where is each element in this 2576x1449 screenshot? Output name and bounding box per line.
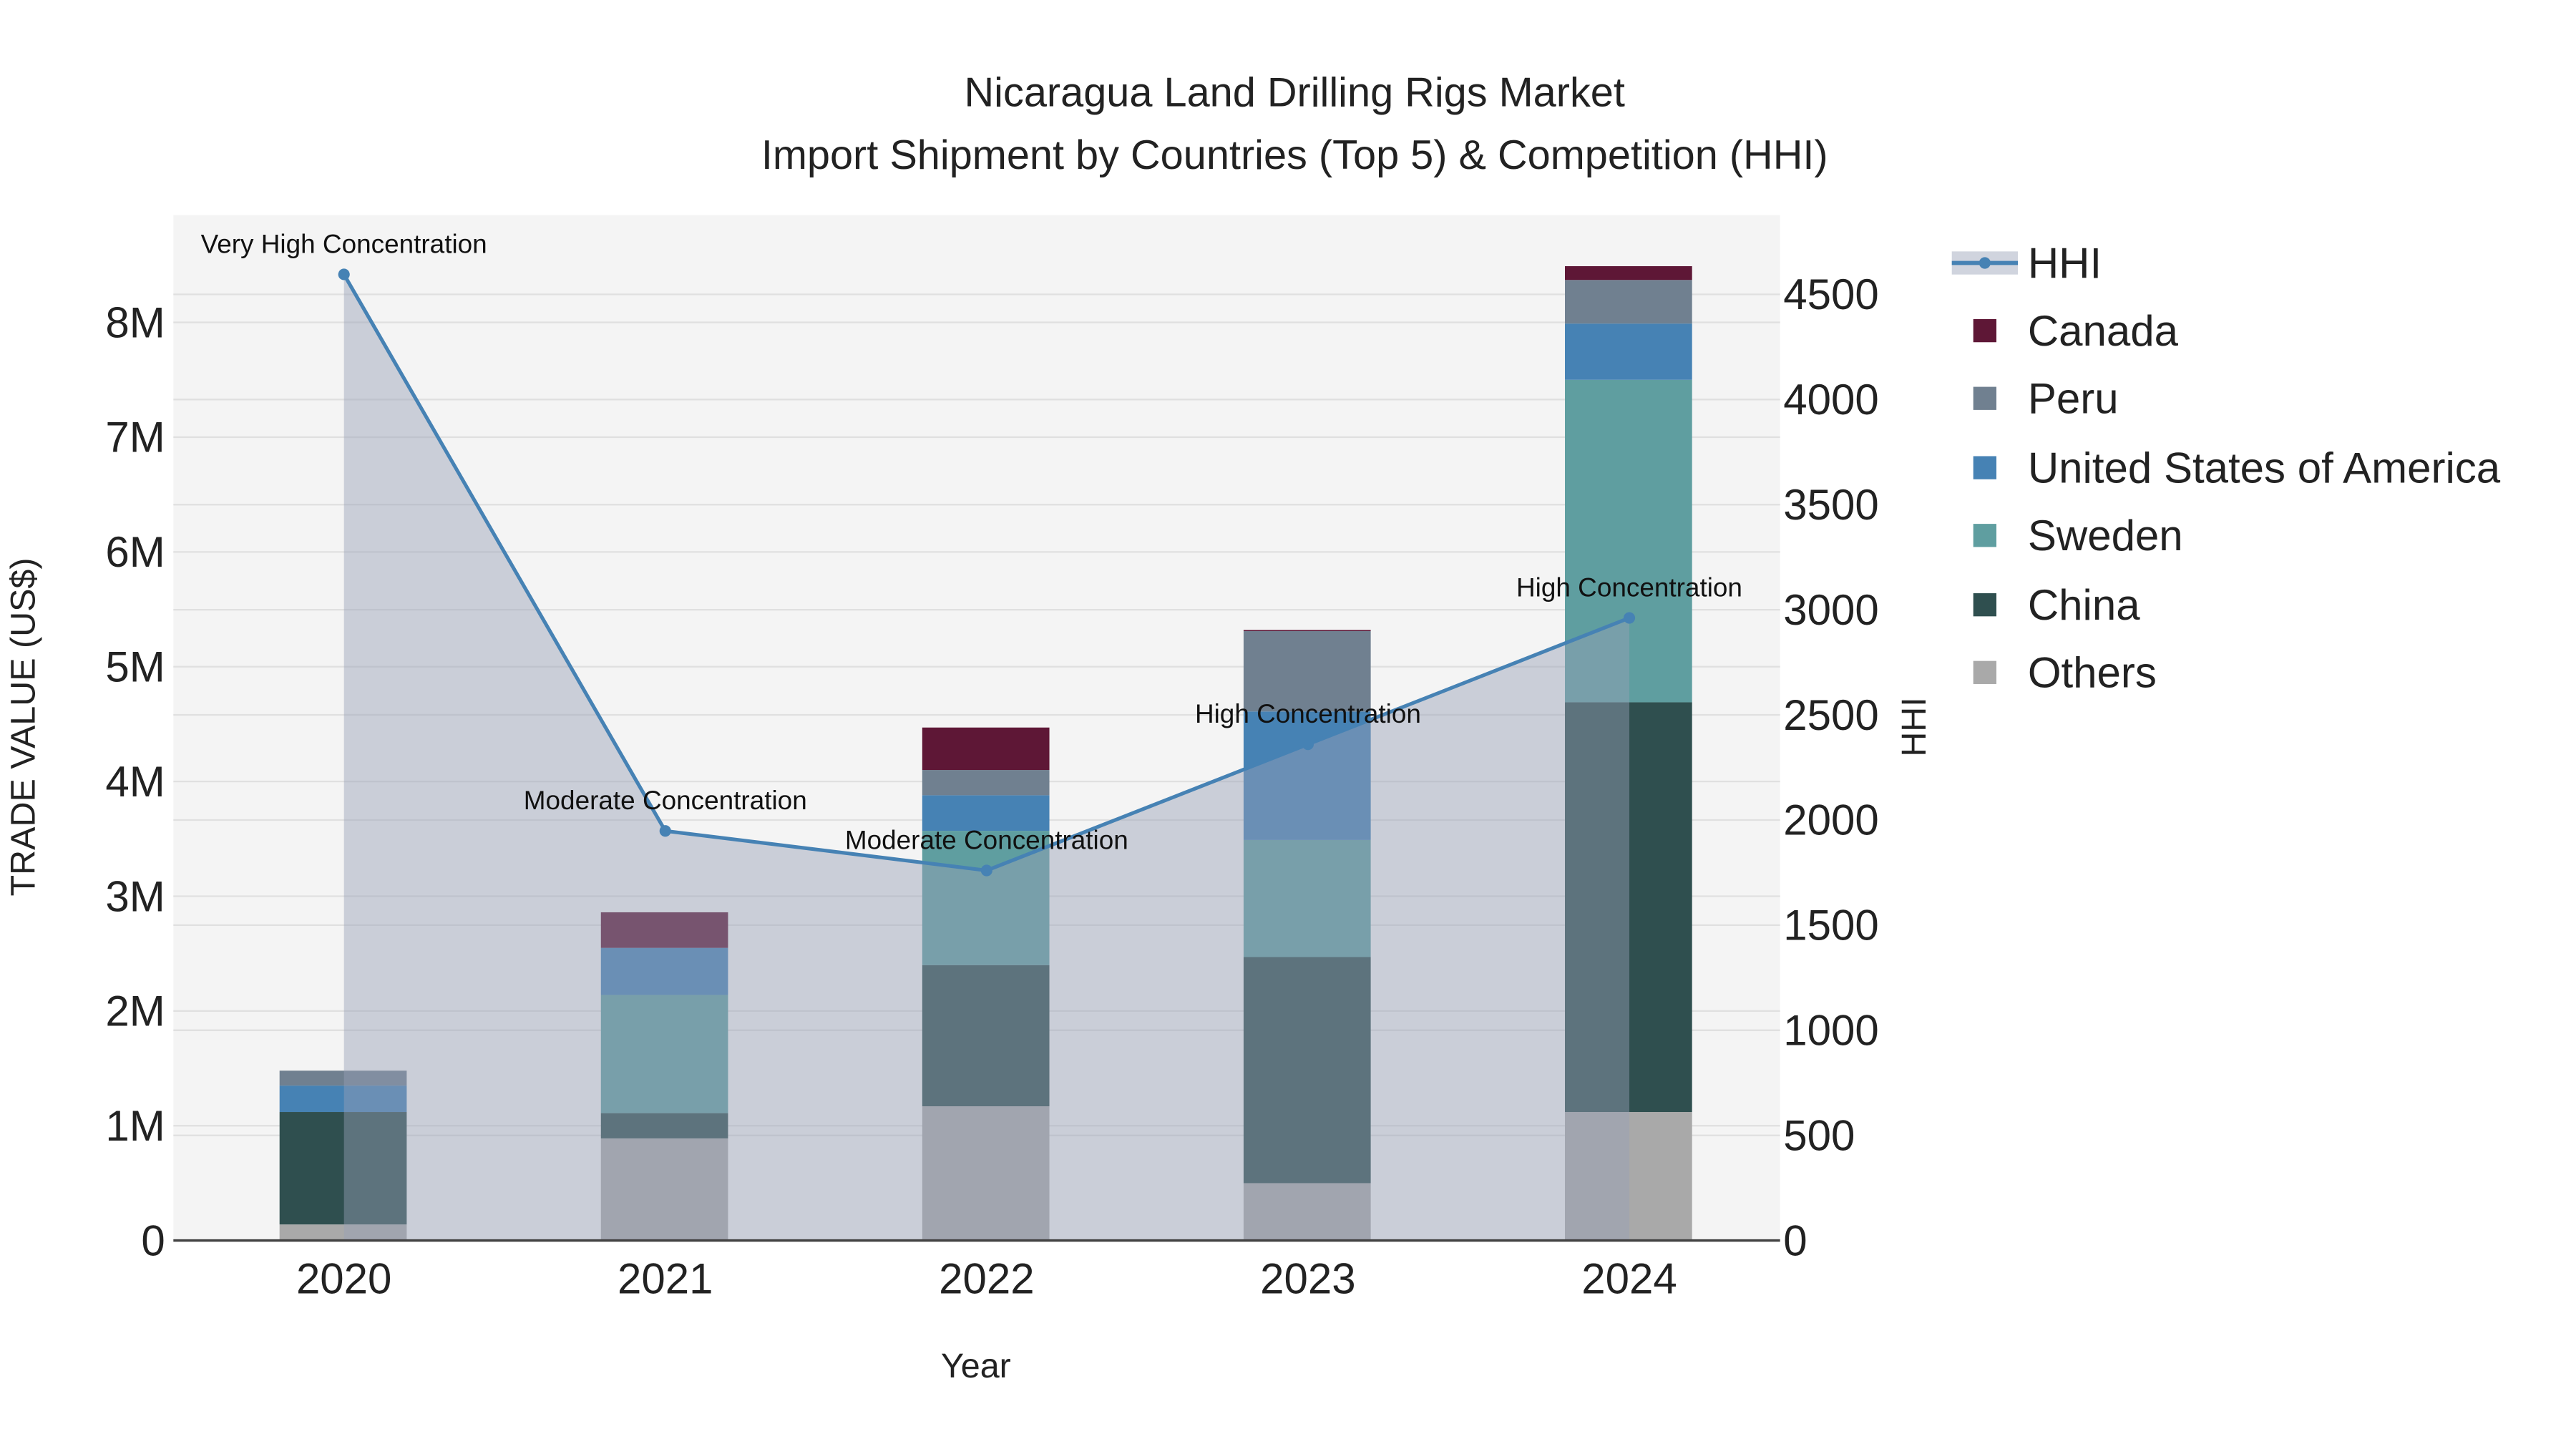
- hhi-annotation: High Concentration: [1516, 573, 1742, 602]
- legend-label: China: [2028, 581, 2140, 629]
- legend: HHI Canada Peru United States of America Swe…: [1951, 239, 2501, 697]
- legend-label: Sweden: [2028, 512, 2183, 560]
- legend-swatch: [1973, 660, 1996, 684]
- bar-canada-2024: [1565, 265, 1692, 280]
- hhi-annotation: Very High Concentration: [201, 229, 487, 258]
- y2-axis-label: HHI: [1895, 697, 1933, 756]
- y-tick-label: 0: [141, 1216, 165, 1264]
- y2-tick-label: 1500: [1783, 902, 1878, 950]
- legend-item-others: Others: [1973, 649, 2157, 697]
- y2-tick-label: 0: [1783, 1216, 1807, 1264]
- hhi-point-2020: [338, 268, 350, 280]
- hhi-annotation: High Concentration: [1195, 699, 1421, 728]
- bar-peru-2024: [1565, 280, 1692, 324]
- y-tick-label: 6M: [105, 528, 165, 576]
- y2-tick-label: 1000: [1783, 1007, 1878, 1055]
- legend-swatch: [1973, 386, 1996, 410]
- legend-swatch: [1973, 318, 1996, 343]
- y-tick-label: 7M: [105, 414, 165, 462]
- legend-item-united-states-of-america: United States of America: [1973, 444, 2501, 492]
- legend-hhi-marker-icon: [1979, 257, 1991, 269]
- legend-label: Canada: [2028, 307, 2179, 355]
- y2-tick-label: 2500: [1783, 691, 1878, 739]
- x-axis-label: Year: [941, 1347, 1011, 1385]
- legend-item-sweden: Sweden: [1973, 512, 2183, 560]
- y-tick-label: 8M: [105, 298, 165, 346]
- y-tick-label: 3M: [105, 872, 165, 920]
- y-tick-label: 2M: [105, 987, 165, 1035]
- y2-tick-label: 3500: [1783, 481, 1878, 529]
- x-tick-label: 2020: [296, 1255, 391, 1303]
- bar-canada-2023: [1243, 630, 1371, 632]
- legend-item-hhi: HHI: [1951, 239, 2102, 287]
- bar-peru-2022: [922, 770, 1050, 796]
- y2-tick-label: 2000: [1783, 796, 1878, 844]
- hhi-point-2022: [980, 864, 992, 877]
- hhi-point-2024: [1623, 612, 1636, 624]
- y2-tick-label: 500: [1783, 1112, 1855, 1160]
- legend-item-canada: Canada: [1973, 307, 2179, 355]
- legend-swatch: [1973, 593, 1996, 617]
- hhi-annotation: Moderate Concentration: [524, 786, 807, 815]
- y-axis-label: TRADE VALUE (US$): [4, 557, 42, 896]
- chart-title: Nicaragua Land Drilling Rigs Market: [965, 69, 1625, 115]
- bar-united-states-of-america-2024: [1565, 323, 1692, 380]
- y-tick-label: 4M: [105, 758, 165, 806]
- legend-label: Others: [2028, 649, 2157, 697]
- legend-item-china: China: [1973, 581, 2140, 629]
- y2-tick-label: 4500: [1783, 270, 1878, 318]
- legend-label: United States of America: [2028, 444, 2501, 492]
- hhi-point-2021: [659, 825, 671, 837]
- y2-axis-ticks: 0 500 1000 1500 2000 2500 3000 3500 4000 4500: [1783, 270, 1878, 1264]
- y2-tick-label: 4000: [1783, 376, 1878, 424]
- y-tick-label: 5M: [105, 643, 165, 691]
- x-axis-ticks: 2020 2021 2022 2023 2024: [296, 1255, 1677, 1303]
- x-tick-label: 2024: [1581, 1255, 1677, 1303]
- x-tick-label: 2022: [939, 1255, 1034, 1303]
- chart-subtitle: Import Shipment by Countries (Top 5) & C…: [761, 132, 1828, 178]
- legend-label: Peru: [2028, 375, 2119, 423]
- x-tick-label: 2023: [1260, 1255, 1355, 1303]
- y-tick-label: 1M: [105, 1102, 165, 1150]
- y-axis-ticks: 0 1M 2M 3M 4M 5M 6M 7M 8M: [105, 298, 165, 1264]
- hhi-point-2023: [1302, 738, 1314, 751]
- hhi-annotation: Moderate Concentration: [845, 825, 1128, 854]
- chart: Nicaragua Land Drilling Rigs Market Impo…: [4, 69, 2501, 1385]
- legend-swatch: [1973, 456, 1996, 479]
- legend-item-peru: Peru: [1973, 375, 2119, 423]
- bar-canada-2022: [922, 727, 1050, 771]
- legend-label: HHI: [2028, 239, 2102, 287]
- legend-swatch: [1973, 524, 1996, 547]
- x-tick-label: 2021: [618, 1255, 713, 1303]
- y2-tick-label: 3000: [1783, 586, 1878, 634]
